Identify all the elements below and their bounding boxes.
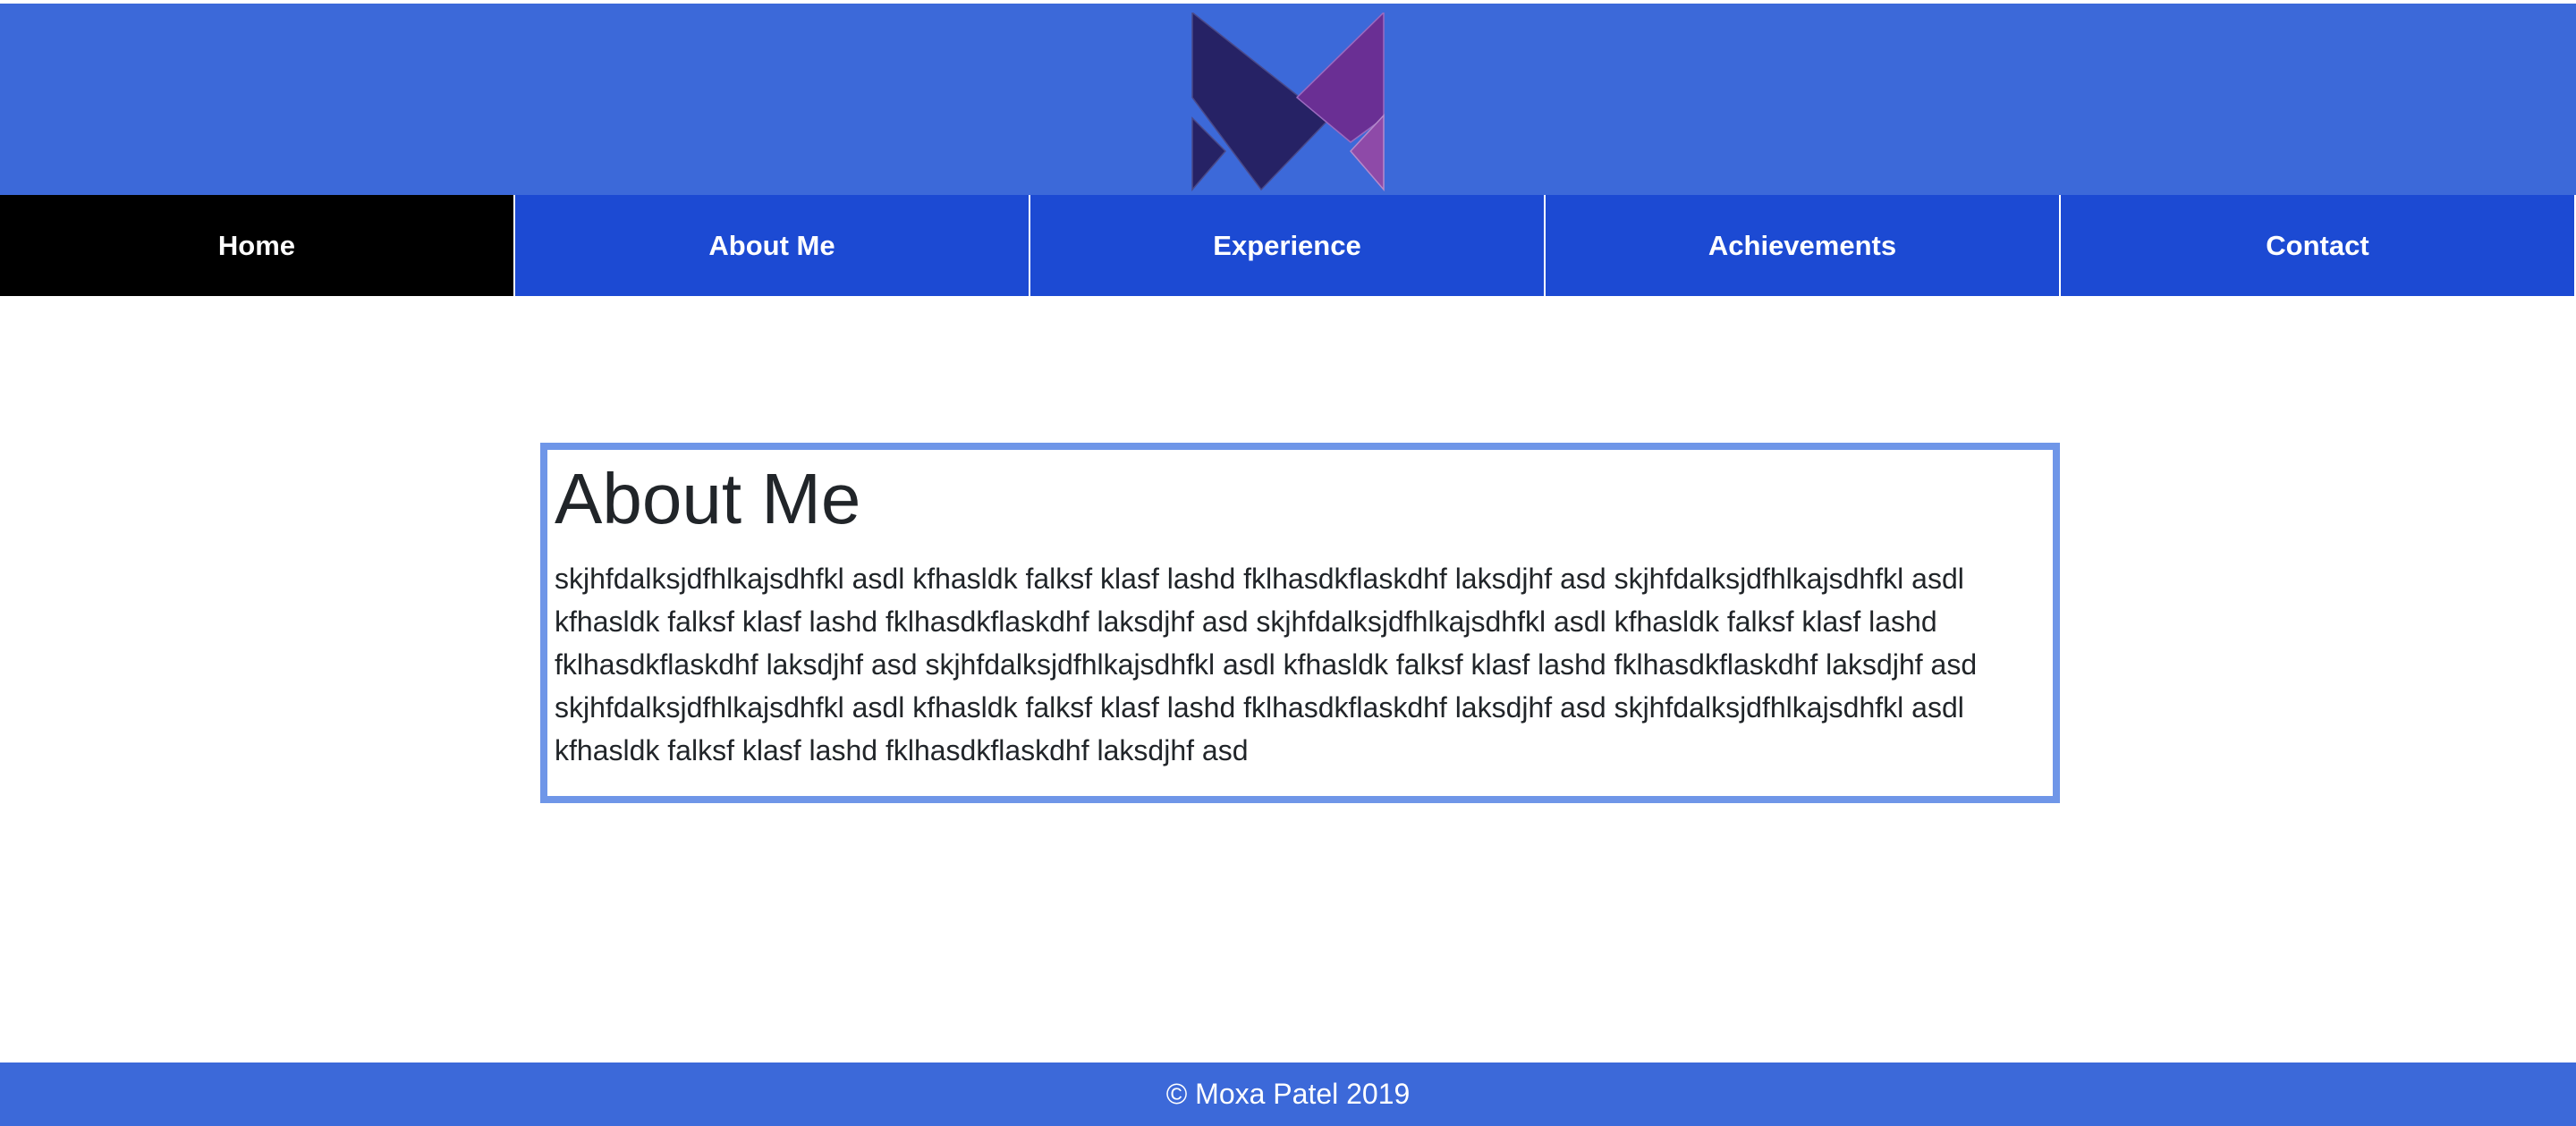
about-body: skjhfdalksjdfhlkajsdhfkl asdl kfhasldk f… <box>555 563 1978 766</box>
nav-home[interactable]: Home <box>0 195 515 296</box>
footer-copyright: © Moxa Patel 2019 <box>1165 1078 1411 1110</box>
site-header <box>0 4 2576 195</box>
nav-experience[interactable]: Experience <box>1030 195 1546 296</box>
about-title: About Me <box>555 459 861 538</box>
nav-contact[interactable]: Contact <box>2061 195 2576 296</box>
about-section: About Me skjhfdalksjdfhlkajsdhfkl asdl k… <box>540 443 2060 803</box>
nav-achievements[interactable]: Achievements <box>1546 195 2061 296</box>
page: Home About Me Experience Achievements Co… <box>0 0 2576 1126</box>
nav-about-me[interactable]: About Me <box>515 195 1030 296</box>
main-nav: Home About Me Experience Achievements Co… <box>0 195 2576 296</box>
site-footer: © Moxa Patel 2019 <box>0 1063 2576 1126</box>
mp-monogram-logo-icon[interactable] <box>1190 13 1386 191</box>
